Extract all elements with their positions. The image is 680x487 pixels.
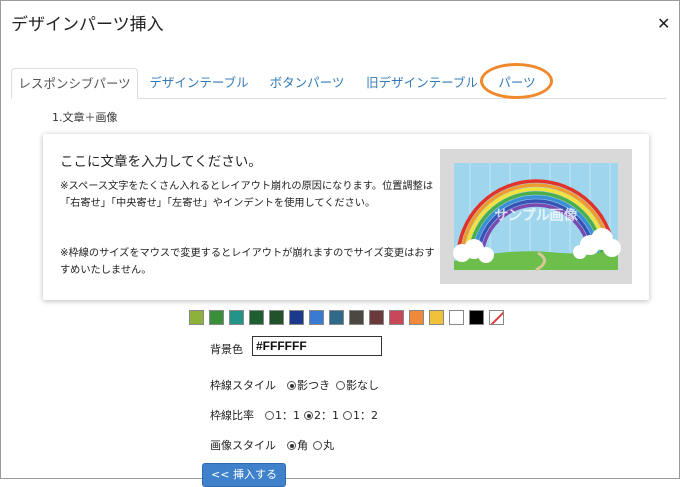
color-swatch[interactable] bbox=[409, 310, 424, 325]
color-swatch[interactable] bbox=[249, 310, 264, 325]
color-swatch[interactable] bbox=[289, 310, 304, 325]
border-style-label: 枠線スタイル bbox=[210, 379, 276, 392]
image-style-option-round[interactable]: 丸 bbox=[313, 437, 334, 453]
tab-design-table[interactable]: デザインテーブル bbox=[144, 68, 254, 99]
insert-button[interactable]: << 挿入する bbox=[202, 463, 286, 487]
radio-selected-icon bbox=[287, 441, 296, 450]
color-swatch[interactable] bbox=[389, 310, 404, 325]
color-swatch[interactable] bbox=[369, 310, 384, 325]
option-label: 影なし bbox=[346, 379, 379, 392]
border-ratio-label: 枠線比率 bbox=[210, 409, 254, 422]
image-style-label: 画像スタイル bbox=[210, 439, 276, 452]
sample-image-frame: サンプル画像 bbox=[440, 149, 632, 284]
option-label: 丸 bbox=[323, 439, 334, 452]
radio-selected-icon bbox=[287, 381, 296, 390]
tab-responsive-parts[interactable]: レスポンシブパーツ bbox=[11, 68, 138, 99]
sample-image: サンプル画像 bbox=[453, 163, 621, 272]
card-paragraph-1: ※スペース文字をたくさん入れるとレイアウト崩れの原因になります。位置調整は「右寄… bbox=[60, 181, 434, 209]
color-swatch[interactable] bbox=[349, 310, 364, 325]
tab-parts[interactable]: パーツ bbox=[490, 68, 544, 99]
radio-icon bbox=[313, 441, 322, 450]
color-swatch[interactable] bbox=[469, 310, 484, 325]
border-style-option-shadow[interactable]: 影つき bbox=[287, 377, 330, 393]
no-color-icon bbox=[490, 311, 503, 324]
radio-icon bbox=[343, 411, 352, 420]
color-swatch[interactable] bbox=[189, 310, 204, 325]
tab-button-parts[interactable]: ボタンパーツ bbox=[262, 68, 352, 99]
border-style-option-none[interactable]: 影なし bbox=[336, 377, 379, 393]
option-label: 角 bbox=[297, 439, 308, 452]
option-label: 1：2 bbox=[353, 409, 378, 422]
option-label: 1：1 bbox=[275, 409, 300, 422]
preview-card[interactable]: ここに文章を入力してください。 ※スペース文字をたくさん入れるとレイアウト崩れの… bbox=[43, 134, 649, 300]
color-swatch[interactable] bbox=[209, 310, 224, 325]
option-label: 2：1 bbox=[314, 409, 339, 422]
border-ratio-option-1-2[interactable]: 1：2 bbox=[343, 407, 378, 423]
color-swatch[interactable] bbox=[449, 310, 464, 325]
background-color-input[interactable] bbox=[252, 336, 382, 356]
color-swatch[interactable] bbox=[229, 310, 244, 325]
color-swatch[interactable] bbox=[269, 310, 284, 325]
color-swatch[interactable] bbox=[429, 310, 444, 325]
close-icon[interactable]: ✕ bbox=[657, 14, 670, 33]
image-style-option-square[interactable]: 角 bbox=[287, 437, 308, 453]
radio-selected-icon bbox=[304, 411, 313, 420]
radio-icon bbox=[265, 411, 274, 420]
radio-icon bbox=[336, 381, 345, 390]
border-ratio-option-1-1[interactable]: 1：1 bbox=[265, 407, 300, 423]
color-swatch[interactable] bbox=[309, 310, 324, 325]
border-ratio-option-2-1[interactable]: 2：1 bbox=[304, 407, 339, 423]
dialog-title: デザインパーツ挿入 bbox=[11, 15, 164, 35]
option-label: 影つき bbox=[297, 379, 330, 392]
color-swatch[interactable] bbox=[329, 310, 344, 325]
sample-image-label: サンプル画像 bbox=[494, 207, 579, 224]
background-color-label: 背景色 bbox=[210, 343, 243, 356]
card-heading: ここに文章を入力してください。 bbox=[60, 154, 262, 170]
section-label: 1.文章＋画像 bbox=[52, 111, 118, 124]
no-color-swatch[interactable] bbox=[489, 310, 504, 325]
card-paragraph-2: ※枠線のサイズをマウスで変更するとレイアウトが崩れますのでサイズ変更はおすすめい… bbox=[60, 248, 435, 276]
tab-old-design-table[interactable]: 旧デザインテーブル bbox=[360, 68, 484, 99]
